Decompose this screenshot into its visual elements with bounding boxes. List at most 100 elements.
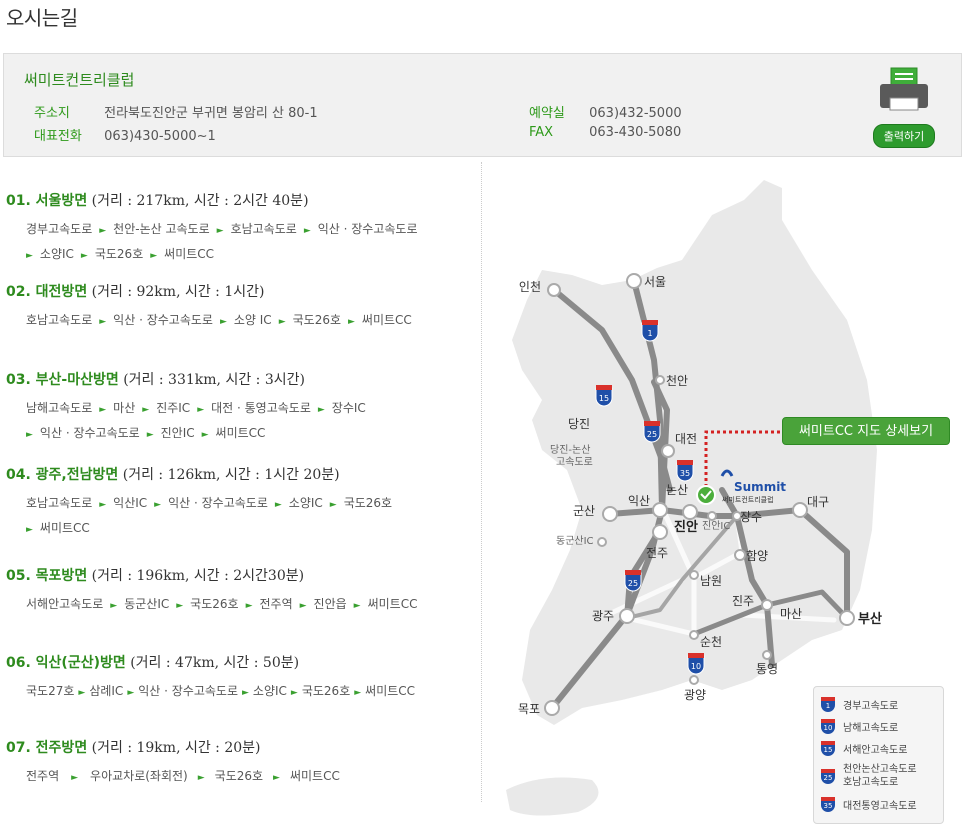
arrow-icon: ► xyxy=(99,500,107,510)
svg-text:1: 1 xyxy=(826,702,830,710)
svg-text:35: 35 xyxy=(680,469,690,478)
fax-row: FAX 063-430-5080 xyxy=(529,125,681,140)
print-button[interactable]: 출력하기 xyxy=(872,124,936,148)
legend-label: 대전통영고속도로 xyxy=(843,800,917,812)
route-step: 익산 · 장수고속도로 xyxy=(317,222,418,236)
arrow-icon: ► xyxy=(71,773,79,783)
route-step: 소양IC xyxy=(252,684,287,698)
route-info: (거리 : 92km, 시간 : 1시간) xyxy=(91,284,265,300)
route-step: 소양IC xyxy=(39,247,74,261)
route-step: 익산IC xyxy=(113,496,148,510)
route-step: 우아교차로(좌회전) xyxy=(90,769,188,783)
arrow-icon: ► xyxy=(197,405,205,415)
route-title: 03. 부산-마산방면 (거리 : 331km, 시간 : 3시간) xyxy=(6,369,466,389)
svg-text:15: 15 xyxy=(599,394,609,403)
arrow-icon: ► xyxy=(99,405,107,415)
route-step: 국도26호 xyxy=(343,496,393,510)
route-name: 06. 익산(군산)방면 xyxy=(6,655,126,671)
city-label: 대구 xyxy=(807,495,829,509)
route-daejeon: 02. 대전방면 (거리 : 92km, 시간 : 1시간) 호남고속도로 ► 익산… xyxy=(6,281,466,334)
route-info: (거리 : 19km, 시간 : 20분) xyxy=(91,740,261,756)
route-step: 진안읍 xyxy=(313,597,347,611)
svg-text:35: 35 xyxy=(824,802,833,810)
route-step: 써미트CC xyxy=(39,521,90,535)
summit-logo-text: Summit xyxy=(734,480,786,494)
city-label: 군산 xyxy=(573,504,595,518)
club-name: 써미트컨트리클럽 xyxy=(24,71,135,89)
route-step: 동군산IC xyxy=(124,597,170,611)
svg-text:25: 25 xyxy=(824,774,833,782)
city-label: 익산 xyxy=(628,494,650,508)
arrow-icon: ► xyxy=(317,405,325,415)
route-path: 서해안고속도로 ► 동군산IC ► 국도26호 ► 전주역 ► 진안읍 ► 써미트CC xyxy=(6,593,466,618)
route-gwangju: 04. 광주,전남방면 (거리 : 126km, 시간 : 1시간 20분) 호… xyxy=(6,464,466,542)
route-step: 소양IC xyxy=(288,496,323,510)
city-label: 전주 xyxy=(646,546,668,560)
shield-10-icon: 10 xyxy=(687,653,705,675)
route-step: 써미트CC xyxy=(361,313,412,327)
arrow-icon: ► xyxy=(290,688,298,698)
arrow-icon: ► xyxy=(354,688,362,698)
route-path: 전주역 ► 우아교차로(좌회전) ► 국도26호 ► 써미트CC xyxy=(6,765,466,790)
arrow-icon: ► xyxy=(26,525,33,535)
phone-value: 063)430-5000~1 xyxy=(104,129,216,144)
route-step: 전주역 xyxy=(26,769,60,783)
address-row: 주소지 전라북도진안군 부귀면 봉암리 산 80-1 xyxy=(34,102,318,121)
route-step: 익산 · 장수고속도로 xyxy=(39,426,140,440)
arrow-icon: ► xyxy=(99,317,107,327)
legend-label: 경부고속도로 xyxy=(843,700,899,712)
reserve-label: 예약실 xyxy=(529,106,565,121)
city-label: 논산 xyxy=(666,483,688,497)
arrow-icon: ► xyxy=(245,601,253,611)
address-label: 주소지 xyxy=(34,106,70,121)
shield-15-icon: 15 xyxy=(595,385,613,407)
route-step: 서해안고속도로 xyxy=(26,597,104,611)
city-label: 남원 xyxy=(700,574,722,588)
arrow-icon: ► xyxy=(299,601,307,611)
legend: 1 경부고속도로 10 남해고속도로 15 서해안고속도로 25 천안논산고속도… xyxy=(813,686,944,824)
arrow-icon: ► xyxy=(303,226,311,236)
route-step: 전주역 xyxy=(259,597,293,611)
city-label: 장수 xyxy=(740,510,762,524)
city-label: 천안 xyxy=(666,373,688,388)
club-info-box: 써미트컨트리클럽 주소지 전라북도진안군 부귀면 봉암리 산 80-1 대표전화… xyxy=(3,53,962,157)
route-step: 소양 IC xyxy=(233,313,272,327)
route-info: (거리 : 126km, 시간 : 1시간 20분) xyxy=(122,467,340,483)
arrow-icon: ► xyxy=(127,688,135,698)
jeju-shape xyxy=(506,777,599,816)
fax-label: FAX xyxy=(529,125,554,140)
route-title: 07. 전주방면 (거리 : 19km, 시간 : 20분) xyxy=(6,737,466,757)
route-step: 진안IC xyxy=(160,426,195,440)
route-path: 호남고속도로 ► 익산IC ► 익산 · 장수고속도로 ► 소양IC ► 국도26호 ► 써미트C… xyxy=(6,492,466,542)
summit-location-marker-icon[interactable] xyxy=(696,485,716,505)
legend-item: 15 서해안고속도로 xyxy=(820,737,937,759)
route-step: 써미트CC xyxy=(289,769,340,783)
route-name: 04. 광주,전남방면 xyxy=(6,467,119,483)
shield-10-icon: 10 xyxy=(821,719,835,734)
arrow-icon: ► xyxy=(329,500,337,510)
route-step: 국도26호 xyxy=(301,684,351,698)
route-info: (거리 : 47km, 시간 : 50분) xyxy=(130,655,300,671)
legend-label-line1: 천안논산고속도로 xyxy=(843,764,917,775)
route-step: 호남고속도로 xyxy=(230,222,297,236)
arrow-icon: ► xyxy=(278,317,286,327)
map-detail-button[interactable]: 써미트CC 지도 상세보기 xyxy=(782,417,950,445)
phone-label: 대표전화 xyxy=(34,129,82,144)
arrow-icon: ► xyxy=(201,430,209,440)
shield-35-icon: 35 xyxy=(821,797,835,812)
route-name: 05. 목포방면 xyxy=(6,568,88,584)
printer-icon[interactable] xyxy=(876,66,932,114)
route-step: 천안-논산 고속도로 xyxy=(113,222,210,236)
legend-item: 1 경부고속도로 xyxy=(820,693,937,715)
svg-text:10: 10 xyxy=(691,662,701,671)
legend-label: 남해고속도로 xyxy=(843,722,899,734)
route-name: 01. 서울방면 xyxy=(6,193,88,209)
route-step: 장수IC xyxy=(331,401,366,415)
route-info: (거리 : 217km, 시간 : 2시간 40분) xyxy=(91,193,309,209)
arrow-icon: ► xyxy=(348,317,355,327)
route-step: 익산 · 장수고속도로 xyxy=(113,313,213,327)
route-name: 07. 전주방면 xyxy=(6,740,88,756)
city-label: 동군산IC xyxy=(556,535,594,547)
arrow-icon: ► xyxy=(26,430,33,440)
route-path: 남해고속도로 ► 마산 ► 진주IC ► 대전 · 통영고속도로 ► 장수IC ► 익산 · 장수… xyxy=(6,397,466,447)
